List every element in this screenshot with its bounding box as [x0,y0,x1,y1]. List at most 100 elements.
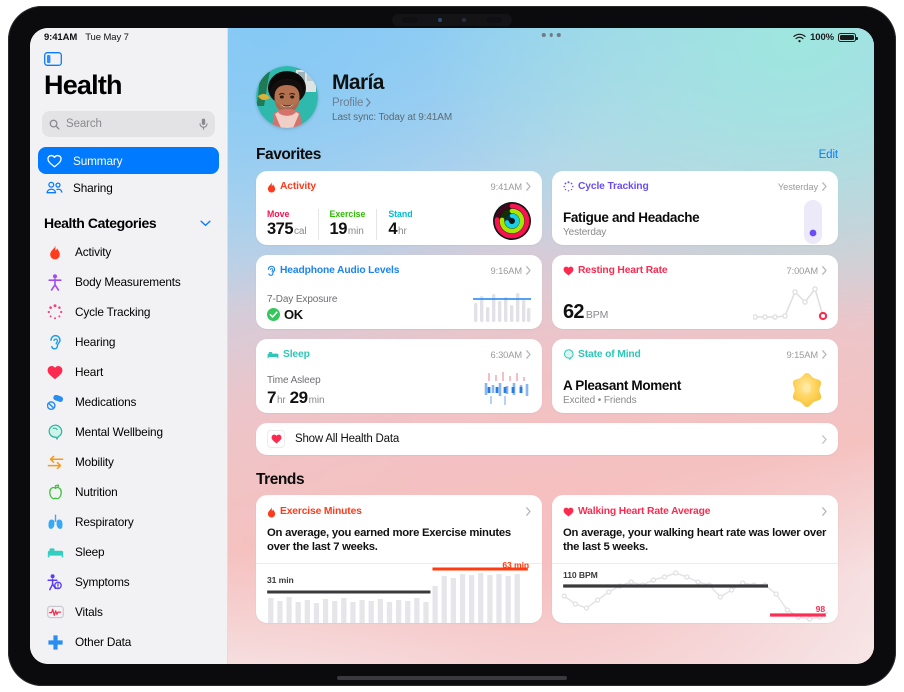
sleep-minutes-unit: min [308,395,325,406]
metric-move: Move 375cal [267,209,318,240]
sidebar-item-heart[interactable]: Heart [30,357,227,387]
card-timestamp: 9:16AM [490,265,523,276]
health-categories-label: Health Categories [44,215,157,231]
sidebar-item-label: Cycle Tracking [75,305,151,319]
profile-link[interactable]: Profile [332,97,452,109]
cycle-icon [563,181,574,192]
sidebar-item-cycle-tracking[interactable]: Cycle Tracking [30,297,227,327]
camera-island [392,14,512,26]
search-input[interactable]: Search [42,111,215,137]
brain-icon [46,423,64,441]
sidebar-item-nutrition[interactable]: Nutrition [30,477,227,507]
sidebar-item-label: Mental Wellbeing [75,425,163,439]
chevron-right-icon [822,266,827,275]
page-title: Health [44,70,123,100]
wifi-icon [793,33,806,42]
trends-title: Trends [256,471,305,488]
sidebar-item-label: Symptoms [75,575,130,589]
heart-icon [563,507,574,516]
profile-header[interactable]: María Profile Last sync: Today at 9:41AM [228,28,874,128]
heart-outline-icon [46,152,63,169]
bed-icon [46,543,64,561]
brain-icon [564,349,574,360]
sidebar-item-mobility[interactable]: Mobility [30,447,227,477]
show-all-health-data-label: Show All Health Data [295,433,400,445]
waveform-icon [46,603,64,621]
apple-icon [46,483,64,501]
plus-cross-icon [46,633,64,651]
metric-label: Exercise [329,209,366,220]
sleep-minutes: 29 [289,388,308,407]
card-subtext: Excited • Friends [563,395,637,406]
trend-description: On average, you earned more Exercise min… [267,527,511,554]
sidebar-item-symptoms[interactable]: Symptoms [30,567,227,597]
sidebar-item-sleep[interactable]: Sleep [30,537,227,567]
profile-name: María [332,71,384,95]
flame-icon [267,505,276,518]
profile-link-label: Profile [332,96,364,109]
summary-scroll-area[interactable]: 100% María Profile Last sync: Today at 9… [228,28,874,664]
window-grabber-handle[interactable] [541,33,561,37]
card-timestamp: 9:41AM [490,181,523,192]
sidebar-toggle-button[interactable] [30,46,227,68]
card-headphone-audio-levels[interactable]: Headphone Audio Levels 9:16AM 7-Day Expo… [256,255,542,329]
card-state-of-mind[interactable]: State of Mind 9:15AM A Pleasant Moment E… [552,339,838,413]
trend-description: On average, your walking heart rate was … [563,527,827,554]
bed-icon [267,351,279,359]
sidebar-item-medications[interactable]: Medications [30,387,227,417]
favorites-grid: Activity 9:41AM Move 375cal Exercise 19m… [228,171,874,413]
flame-icon [267,180,276,193]
card-value: 62 [563,301,585,323]
ear-icon [46,333,64,351]
sidebar-item-other-data[interactable]: Other Data [30,627,227,657]
metric-unit: min [347,226,364,238]
trend-title-label: Exercise Minutes [280,506,362,517]
sleep-hours-unit: hr [276,395,286,406]
sidebar-item-label: Vitals [75,605,103,619]
pills-icon [46,393,64,411]
exercise-minutes-chart: 31 min 63 min [256,560,542,623]
card-activity[interactable]: Activity 9:41AM Move 375cal Exercise 19m… [256,171,542,245]
card-sleep[interactable]: Sleep 6:30AM Time Asleep 7hr 29min [256,339,542,413]
chevron-down-icon[interactable] [200,220,211,227]
sidebar-item-sharing[interactable]: Sharing [38,174,219,201]
microphone-icon[interactable] [199,118,208,130]
card-timestamp: 9:15AM [786,349,819,360]
favorites-header: Favorites Edit [228,128,874,171]
avatar[interactable] [256,66,318,128]
baseline-label: 110 BPM [563,569,598,580]
ear-icon [267,265,276,276]
sidebar-item-summary[interactable]: Summary [38,147,219,174]
card-headline: Fatigue and Headache [563,210,700,225]
trend-title-label: Walking Heart Rate Average [578,506,711,517]
home-indicator[interactable] [337,676,567,680]
last-sync-text: Last sync: Today at 9:41AM [332,111,453,123]
trend-card-exercise-minutes[interactable]: Exercise Minutes On average, you earned … [256,495,542,623]
main-content: 100% María Profile Last sync: Today at 9… [228,28,874,664]
health-categories-header[interactable]: Health Categories [30,211,227,237]
sidebar-item-respiratory[interactable]: Respiratory [30,507,227,537]
sidebar-item-mental-wellbeing[interactable]: Mental Wellbeing [30,417,227,447]
sidebar-item-hearing[interactable]: Hearing [30,327,227,357]
show-all-health-data-row[interactable]: Show All Health Data [256,423,838,455]
resting-hr-sparkline [753,286,827,321]
status-bar-right: 100% [793,32,858,43]
sidebar-item-label: Hearing [75,335,116,349]
chevron-right-icon [366,98,371,107]
chevron-right-icon [822,507,827,516]
lungs-icon [46,513,64,531]
sidebar-item-activity[interactable]: Activity [30,237,227,267]
sidebar-item-body-measurements[interactable]: Body Measurements [30,267,227,297]
activity-rings-icon [493,202,531,240]
edit-favorites-button[interactable]: Edit [819,149,839,161]
card-cycle-tracking[interactable]: Cycle Tracking Yesterday Fatigue and Hea… [552,171,838,245]
card-unit: BPM [585,309,609,321]
sidebar-item-label: Respiratory [75,515,134,529]
speaker-grill [486,17,502,23]
card-headline: A Pleasant Moment [563,378,682,393]
sidebar-item-vitals[interactable]: Vitals [30,597,227,627]
card-resting-heart-rate[interactable]: Resting Heart Rate 7:00AM 62 BPM [552,255,838,329]
battery-percent: 100% [810,32,834,43]
trend-card-walking-heart-rate[interactable]: Walking Heart Rate Average On average, y… [552,495,838,623]
body-icon [46,273,64,291]
